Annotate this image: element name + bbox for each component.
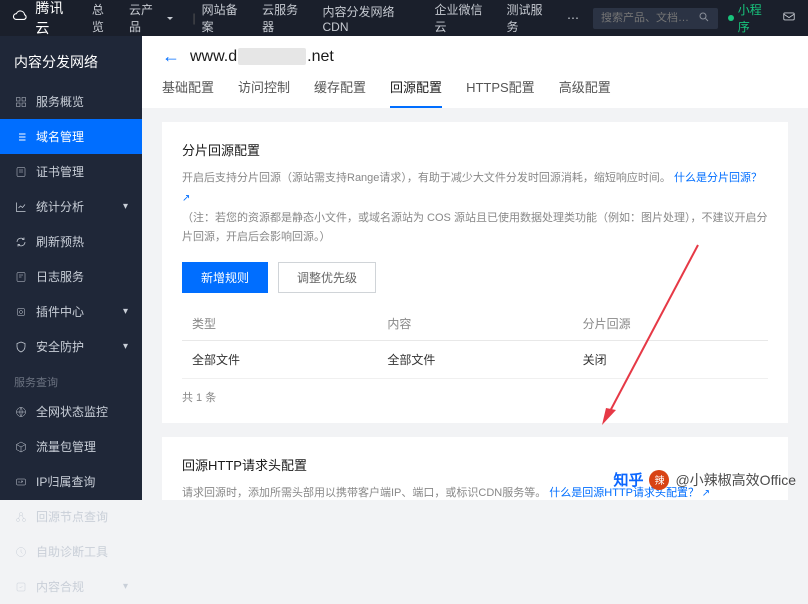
plugin-icon	[14, 305, 28, 319]
grid-icon	[14, 95, 28, 109]
sidebar-query-item-0[interactable]: 全网状态监控	[0, 394, 142, 429]
sidebar-query-item-2[interactable]: IP归属查询	[0, 464, 142, 499]
content-icon	[14, 580, 28, 594]
back-arrow-icon[interactable]: ←	[162, 46, 180, 67]
list-icon	[14, 130, 28, 144]
log-icon	[14, 270, 28, 284]
refresh-icon	[14, 235, 28, 249]
pkg-icon	[14, 440, 28, 454]
top-nav: 腾讯云 总览 云产品 | 网站备案 云服务器 内容分发网络 CDN 企业微信云 …	[0, 0, 808, 36]
sidebar-query-item-5[interactable]: 内容合规▾	[0, 569, 142, 604]
chevron-down-icon: ▾	[123, 306, 128, 317]
sidebar-item-3[interactable]: 统计分析▾	[0, 189, 142, 224]
tab-5[interactable]: 高级配置	[559, 77, 611, 108]
tab-3[interactable]: 回源配置	[390, 77, 442, 108]
domain-title: www.dxxxxx.net	[190, 48, 334, 66]
sidebar-item-1[interactable]: 域名管理	[0, 119, 142, 154]
nav-cdn[interactable]: 内容分发网络 CDN	[323, 3, 421, 34]
chevron-down-icon: ▾	[123, 581, 128, 592]
range-origin-card: 分片回源配置 开启后支持分片回源（源站需支持Range请求），有助于减少大文件分…	[162, 122, 788, 423]
sidebar-item-7[interactable]: 安全防护▾	[0, 329, 142, 364]
brand-logo[interactable]: 腾讯云	[12, 0, 76, 38]
adjust-priority-button[interactable]: 调整优先级	[278, 262, 376, 293]
sidebar-item-0[interactable]: 服务概览	[0, 84, 142, 119]
table-pager: 共 1 条	[182, 389, 768, 405]
sidebar-query-item-3[interactable]: 回源节点查询	[0, 499, 142, 534]
nav-overview[interactable]: 总览	[92, 1, 115, 35]
sidebar-query-item-4[interactable]: 自助诊断工具	[0, 534, 142, 569]
miniprogram-link[interactable]: 小程序	[728, 1, 772, 35]
author-avatar: 辣	[649, 470, 669, 490]
sidebar: 内容分发网络 服务概览域名管理证书管理统计分析▾刷新预热日志服务插件中心▾安全防…	[0, 36, 142, 500]
main-area: ← www.dxxxxx.net 基础配置访问控制缓存配置回源配置 HTTPS配置…	[142, 36, 808, 500]
table-header: 类型	[182, 307, 377, 341]
table-header: 分片回源	[573, 307, 768, 341]
sidebar-item-6[interactable]: 插件中心▾	[0, 294, 142, 329]
messages-icon[interactable]	[782, 10, 796, 27]
shield-icon	[14, 340, 28, 354]
nav-wecom[interactable]: 企业微信云	[435, 1, 493, 35]
diag-icon	[14, 545, 28, 559]
config-tabs: 基础配置访问控制缓存配置回源配置 HTTPS配置高级配置	[162, 77, 788, 108]
sidebar-item-4[interactable]: 刷新预热	[0, 224, 142, 259]
add-rule-button[interactable]: 新增规则	[182, 262, 268, 293]
chevron-down-icon: ▾	[123, 341, 128, 352]
watermark: 知乎 辣 @小辣椒高效Office	[613, 469, 796, 490]
table-header: 内容	[377, 307, 572, 341]
sidebar-section-query: 服务查询	[0, 364, 142, 394]
zhihu-logo-icon: 知乎	[613, 469, 643, 490]
chart-icon	[14, 200, 28, 214]
search-icon	[698, 11, 710, 26]
author-name: @小辣椒高效Office	[675, 470, 796, 490]
chevron-down-icon: ▾	[123, 201, 128, 212]
ip-icon	[14, 475, 28, 489]
card-title: 分片回源配置	[182, 140, 768, 159]
nav-beian[interactable]: 网站备案	[202, 1, 248, 35]
cloud-logo-icon	[12, 9, 29, 27]
tab-2[interactable]: 缓存配置	[314, 77, 366, 108]
sidebar-title: 内容分发网络	[0, 44, 142, 84]
sidebar-item-5[interactable]: 日志服务	[0, 259, 142, 294]
tab-0[interactable]: 基础配置	[162, 77, 214, 108]
search-box[interactable]	[593, 8, 718, 29]
card-desc: 开启后支持分片回源（源站需支持Range请求），有助于减少大文件分发时回源消耗，…	[182, 169, 768, 248]
nav-test[interactable]: 测试服务	[507, 1, 553, 35]
tab-1[interactable]: 访问控制	[238, 77, 290, 108]
sidebar-query-item-1[interactable]: 流量包管理	[0, 429, 142, 464]
globe-icon	[14, 405, 28, 419]
rules-table: 类型内容分片回源 全部文件全部文件关闭	[182, 307, 768, 379]
search-input[interactable]	[601, 12, 691, 24]
tab-4[interactable]: HTTPS配置	[466, 77, 535, 108]
nav-more[interactable]: ⋯	[567, 11, 579, 25]
page-header: ← www.dxxxxx.net 基础配置访问控制缓存配置回源配置 HTTPS配置…	[142, 36, 808, 108]
nav-products[interactable]: 云产品	[129, 1, 173, 35]
node-icon	[14, 510, 28, 524]
cert-icon	[14, 165, 28, 179]
table-row: 全部文件全部文件关闭	[182, 341, 768, 379]
nav-cvm[interactable]: 云服务器	[262, 1, 308, 35]
sidebar-item-2[interactable]: 证书管理	[0, 154, 142, 189]
